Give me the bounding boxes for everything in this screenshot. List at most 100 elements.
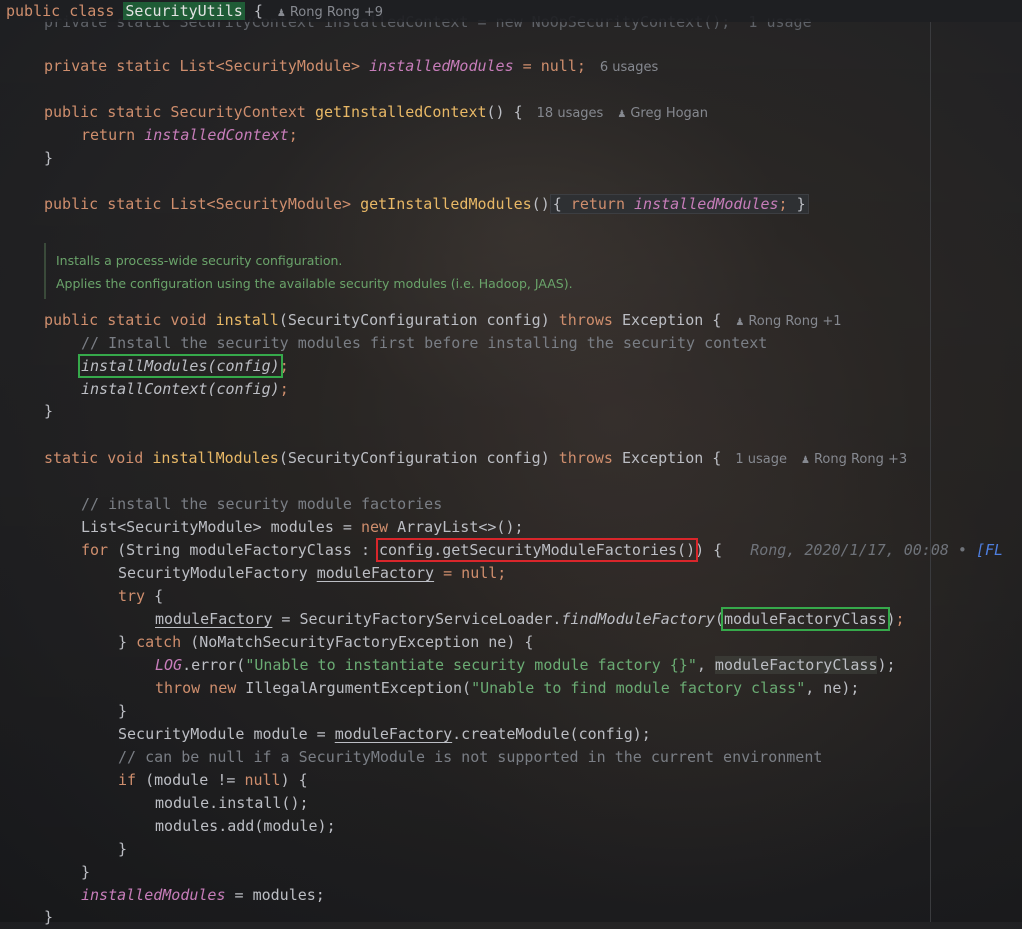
if-line: if (module != null) { xyxy=(118,769,1022,792)
module-decl: SecurityModule module = xyxy=(118,725,335,743)
blame-issue-link[interactable]: [FL xyxy=(976,541,1003,559)
author-hint[interactable]: ♟ Greg Hogan xyxy=(617,106,708,121)
usages-hint[interactable]: 6 usages xyxy=(600,60,658,75)
call-install-context-line[interactable]: installContext(config); xyxy=(81,378,1022,401)
module-factory-variable[interactable]: moduleFactory xyxy=(317,564,434,582)
installed-modules-field[interactable]: installedModules xyxy=(81,886,226,904)
installed-modules-field[interactable]: installedModules xyxy=(369,57,514,75)
javadoc-block: Installs a process-wide security configu… xyxy=(44,243,616,299)
log-message-string: "Unable to instantiate security module f… xyxy=(245,656,697,674)
close-brace-line: } xyxy=(81,861,1022,884)
method-modifiers: public static SecurityContext xyxy=(44,103,315,121)
author-text: Greg Hogan xyxy=(630,106,709,121)
null-keyword: null xyxy=(244,771,281,789)
close-brace: } xyxy=(44,149,54,167)
null-comment: // can be null if a SecurityModule is no… xyxy=(118,746,1022,769)
get-installed-context-decl[interactable]: public static SecurityContext getInstall… xyxy=(44,101,1022,124)
close-brace: } xyxy=(44,402,54,420)
log-error-line[interactable]: LOG.error("Unable to instantiate securit… xyxy=(155,654,1022,677)
if-keyword: if xyxy=(118,771,137,789)
factories-comment: // install the security module factories xyxy=(81,493,1022,516)
person-icon: ♟ xyxy=(800,455,810,466)
install-modules-method-name[interactable]: installModules xyxy=(152,449,278,467)
folded-body[interactable]: { return installedModules; } xyxy=(549,194,809,214)
try-keyword: try xyxy=(118,587,146,605)
exception-type: Exception { xyxy=(612,449,722,467)
catch-keyword: catch xyxy=(136,633,182,651)
module-factory-class-highlight[interactable]: moduleFactoryClass xyxy=(720,607,890,631)
throw-line[interactable]: throw new IllegalArgumentException("Unab… xyxy=(155,677,1022,700)
find-module-factory-call[interactable]: findModuleFactory xyxy=(561,610,715,628)
class-author-text: Rong Rong +9 xyxy=(289,5,384,20)
modules-list-decl[interactable]: List<SecurityModule> modules = new Array… xyxy=(81,516,1022,539)
get-security-module-factories-highlight[interactable]: config.getSecurityModuleFactories() xyxy=(376,538,699,562)
close-brace: } xyxy=(81,863,91,881)
module-factory-class-ref[interactable]: moduleFactoryClass xyxy=(714,656,878,674)
modules-add-call[interactable]: modules.add(module); xyxy=(155,817,336,835)
if-close: ) { xyxy=(280,771,308,789)
close-brace-line: } xyxy=(44,147,1022,170)
throws-keyword: throws xyxy=(558,311,613,329)
assign-modules: = modules; xyxy=(225,886,325,904)
log-field[interactable]: LOG xyxy=(155,656,182,674)
decl-assignment: = null; xyxy=(513,57,586,75)
module-install-call[interactable]: module.install(); xyxy=(155,794,309,812)
usages-hint[interactable]: 18 usages xyxy=(537,106,604,121)
module-install-line[interactable]: module.install(); xyxy=(155,792,1022,815)
for-close: ) { xyxy=(695,541,723,559)
list-constructor: ArrayList<>(); xyxy=(388,518,524,536)
catch-line: } catch (NoMatchSecurityFactoryException… xyxy=(118,631,1022,654)
module-factory-variable[interactable]: moduleFactory xyxy=(335,725,452,743)
installed-modules-declaration[interactable]: private static List<SecurityModule> inst… xyxy=(44,55,1022,78)
create-module-call: .createModule(config); xyxy=(452,725,651,743)
semicolon: ; xyxy=(288,126,298,144)
usages-hint[interactable]: 1 usage xyxy=(735,452,787,467)
service-loader: = SecurityFactoryServiceLoader. xyxy=(272,610,562,628)
javadoc-line-2: Applies the configuration using the avai… xyxy=(56,276,573,291)
close-brace: } xyxy=(118,840,128,858)
git-blame-annotation[interactable]: Rong, 2020/1/17, 00:08 • [FL xyxy=(750,541,1003,559)
method-modifiers: public static List<SecurityModule> xyxy=(44,195,361,213)
author-text: Rong Rong +1 xyxy=(748,314,842,329)
install-modules-call-highlight[interactable]: installModules(config) xyxy=(78,354,283,378)
null-assign: = null; xyxy=(434,564,507,582)
install-method-name[interactable]: install xyxy=(216,311,279,329)
get-installed-modules-decl[interactable]: public static List<SecurityModule> getIn… xyxy=(44,193,1022,216)
for-variable: (String moduleFactoryClass : xyxy=(108,541,380,559)
install-modules-decl[interactable]: static void installModules(SecurityConfi… xyxy=(44,447,1022,470)
factory-type: SecurityModuleFactory xyxy=(118,564,317,582)
list-decl: List<SecurityModule> modules = xyxy=(81,518,361,536)
throw-args-end: , ne); xyxy=(805,679,860,697)
for-loop-line[interactable]: for (String moduleFactoryClass : config.… xyxy=(81,538,1022,562)
method-modifiers: public static void xyxy=(44,311,216,329)
comment-text: // install the security module factories xyxy=(81,495,443,513)
get-installed-modules-name[interactable]: getInstalledModules xyxy=(360,195,532,213)
close-brace-line: } xyxy=(44,400,1022,423)
installed-context-field[interactable]: installedContext xyxy=(144,126,289,144)
class-keyword: public class xyxy=(6,2,115,20)
create-module-line[interactable]: SecurityModule module = moduleFactory.cr… xyxy=(118,723,1022,746)
call-install-modules-line[interactable]: installModules(config); xyxy=(78,354,1022,378)
class-name[interactable]: SecurityUtils xyxy=(123,2,245,20)
return-keyword: return xyxy=(81,126,145,144)
author-text: Rong Rong +3 xyxy=(813,452,908,467)
modules-add-line[interactable]: modules.add(module); xyxy=(155,815,1022,838)
factory-var-decl[interactable]: SecurityModuleFactory moduleFactory = nu… xyxy=(118,562,1022,585)
install-context-call[interactable]: installContext(config) xyxy=(81,380,280,398)
assign-installed-modules-line[interactable]: installedModules = modules; xyxy=(81,884,1022,907)
decl-modifiers: private static List<SecurityModule> xyxy=(44,57,370,75)
install-decl[interactable]: public static void install(SecurityConfi… xyxy=(44,309,1022,332)
find-factory-line[interactable]: moduleFactory = SecurityFactoryServiceLo… xyxy=(155,607,1022,631)
author-hint[interactable]: ♟ Rong Rong +1 xyxy=(735,314,841,329)
close-brace: } xyxy=(118,702,128,720)
exception-type: Exception { xyxy=(612,311,722,329)
return-context-line[interactable]: return installedContext; xyxy=(81,124,1022,147)
log-call: .error( xyxy=(182,656,246,674)
class-author-hint[interactable]: ♟ Rong Rong +9 xyxy=(277,5,383,20)
try-line: try { xyxy=(118,585,1022,608)
get-installed-context-name[interactable]: getInstalledContext xyxy=(315,103,487,121)
module-factory-variable[interactable]: moduleFactory xyxy=(155,610,272,628)
try-brace: { xyxy=(145,587,164,605)
class-declaration-line[interactable]: public class SecurityUtils {♟ Rong Rong +… xyxy=(6,0,1022,23)
author-hint[interactable]: ♟ Rong Rong +3 xyxy=(801,452,907,467)
